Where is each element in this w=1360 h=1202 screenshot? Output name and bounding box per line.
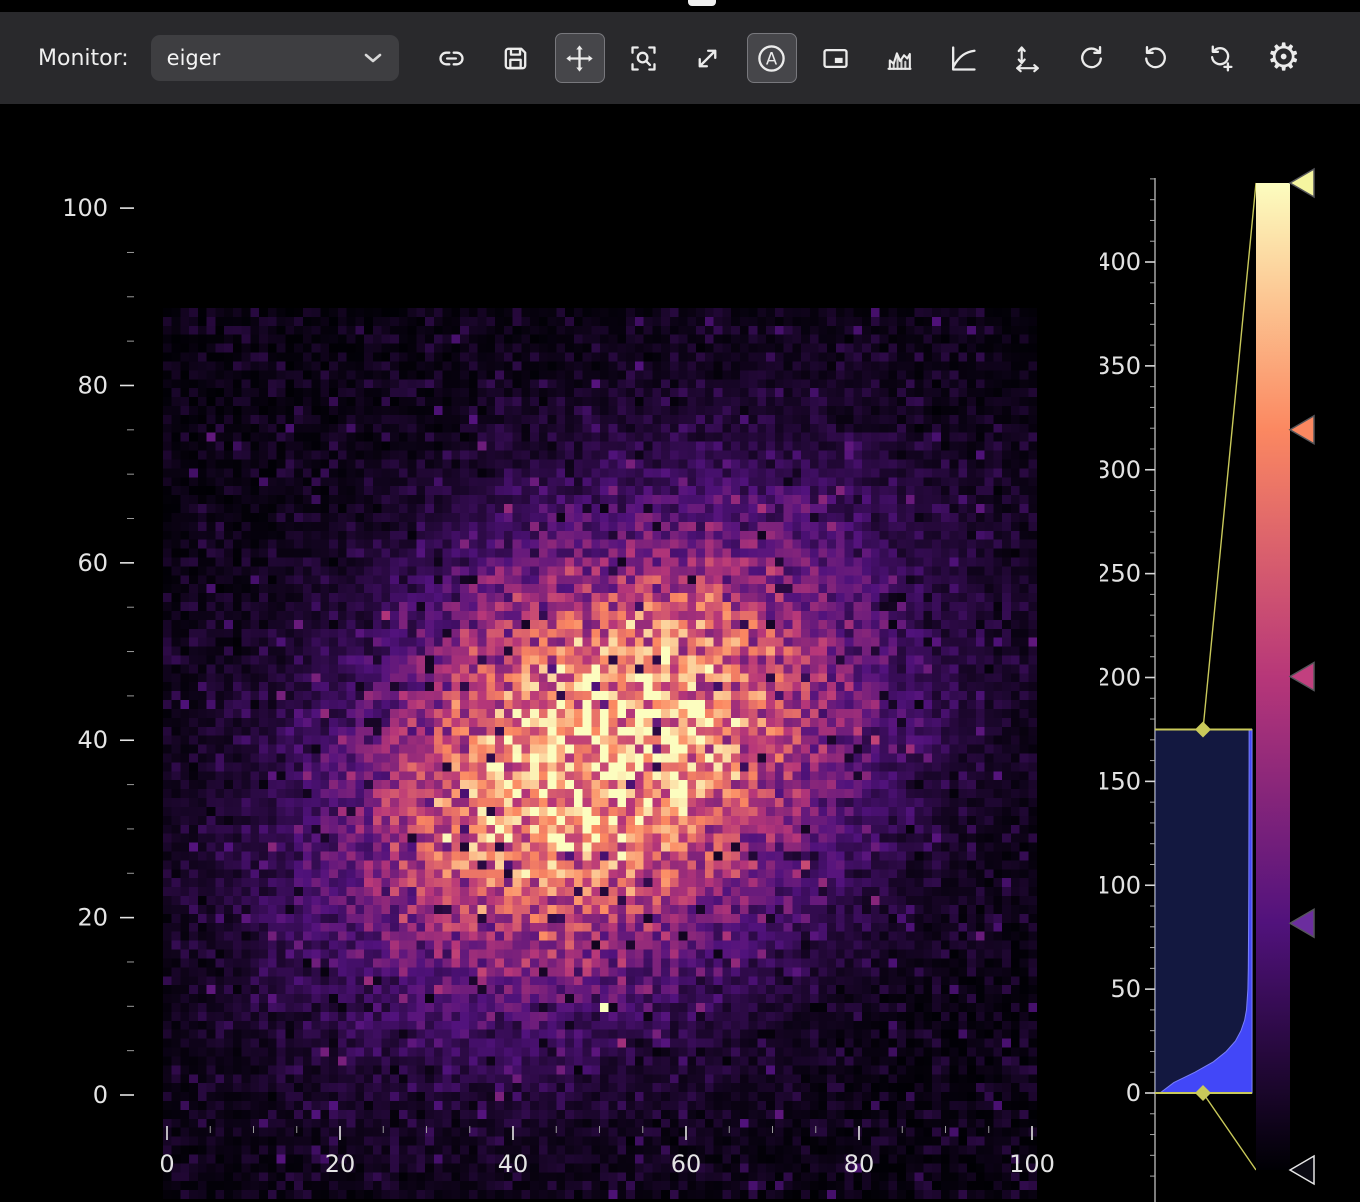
hist-tick-label: 200 [1100,664,1141,692]
gradient-tick[interactable] [1290,169,1314,197]
window-tab-indicator [688,0,716,6]
hist-tick-label: 50 [1110,975,1141,1003]
hist-tick-label: 400 [1100,248,1141,276]
lut-connector-top [1203,183,1256,729]
link-icon [436,43,467,74]
log-curve-button[interactable] [939,33,989,83]
resize-diagonal-icon [692,43,723,74]
frame-button[interactable] [811,33,861,83]
toolbar: Monitor: eiger [0,12,1360,104]
y-tick-label: 60 [77,549,108,577]
toolbar-buttons: A [427,33,1309,83]
monitor-label: Monitor: [38,46,129,71]
gradient-bar[interactable] [1256,183,1290,1170]
frame-icon [820,43,851,74]
gear-icon: ⚙ [1267,39,1301,77]
gradient-tick[interactable] [1290,663,1314,691]
svg-text:A: A [766,49,778,68]
monitor-select[interactable]: eiger [151,35,399,81]
autoscale-a-icon: A [755,42,788,75]
x-tick-label: 20 [325,1150,356,1178]
pan-button[interactable] [555,33,605,83]
lut-connector-bottom [1203,1093,1256,1170]
lut-region[interactable] [1155,729,1252,1093]
resize-button[interactable] [683,33,733,83]
rotate-reset-icon [1204,43,1235,74]
axes-range-icon [1012,43,1043,74]
hist-tick-label: 150 [1100,767,1141,795]
pan-move-icon [564,43,595,74]
hist-tick-label: 300 [1100,456,1141,484]
x-tick-label: 0 [159,1150,174,1178]
save-icon [500,43,531,74]
monitor-select-value: eiger [167,46,221,70]
plot-axes: 0 20 40 60 80 100 0 20 40 60 80 100 [0,104,1100,1202]
autoscale-button[interactable]: A [747,33,797,83]
chevron-down-icon [363,52,383,65]
rotate-reset-button[interactable] [1195,33,1245,83]
x-tick-label: 80 [844,1150,875,1178]
rotate-ccw-button[interactable] [1131,33,1181,83]
zoom-region-button[interactable] [619,33,669,83]
hist-tick-label: 250 [1100,560,1141,588]
zoom-region-icon [628,43,659,74]
y-tick-label: 0 [93,1081,108,1109]
save-button[interactable] [491,33,541,83]
x-tick-label: 60 [671,1150,702,1178]
gradient-tick[interactable] [1290,1156,1314,1184]
hist-tick-label: 0 [1126,1079,1141,1107]
axes-range-button[interactable] [1003,33,1053,83]
rotate-ccw-icon [1140,43,1171,74]
settings-button[interactable]: ⚙ [1259,33,1309,83]
y-tick-label: 100 [62,194,108,222]
log-curve-icon [948,43,979,74]
rotate-cw-button[interactable] [1067,33,1117,83]
hist-tick-label: 100 [1100,871,1141,899]
y-tick-label: 20 [77,904,108,932]
histogram-icon [884,43,915,74]
histogram-lut-panel[interactable]: 0 50 100 150 200 250 300 350 400 [1100,104,1360,1202]
x-tick-label: 40 [498,1150,529,1178]
gradient-tick[interactable] [1290,909,1314,937]
window-top-strip [0,0,1360,12]
gradient-tick[interactable] [1290,416,1314,444]
y-tick-label: 40 [77,726,108,754]
histogram-button[interactable] [875,33,925,83]
rotate-cw-icon [1076,43,1107,74]
hist-tick-label: 350 [1100,352,1141,380]
y-tick-label: 80 [77,371,108,399]
link-button[interactable] [427,33,477,83]
x-tick-label: 100 [1009,1150,1055,1178]
